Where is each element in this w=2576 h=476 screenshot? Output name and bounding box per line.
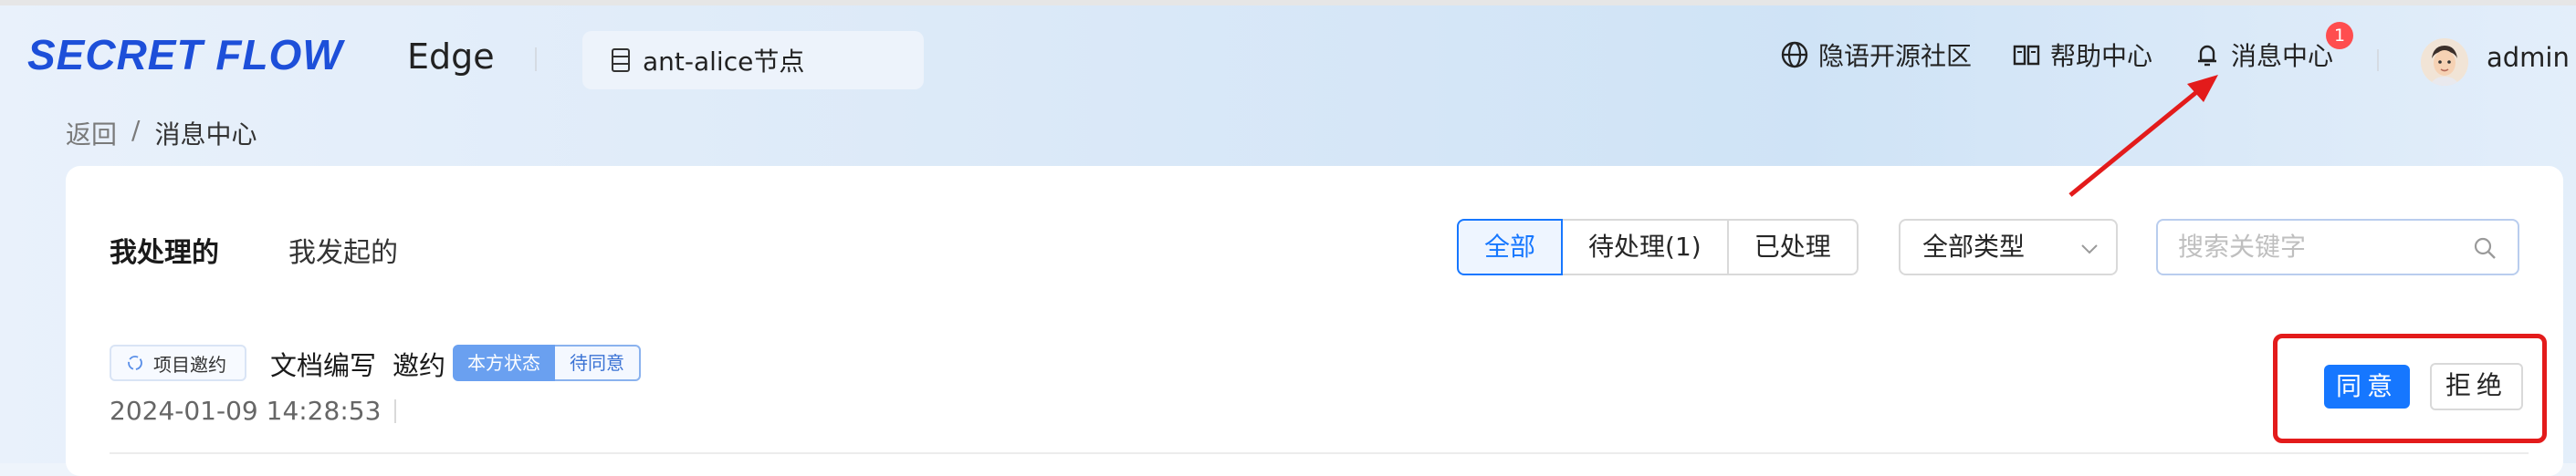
nav-messages[interactable]: 消息中心: [2193, 36, 2333, 73]
search-placeholder: 搜索关键字: [2178, 232, 2307, 262]
search-icon[interactable]: [2472, 235, 2497, 261]
status-badge: 本方状态 待同意: [453, 345, 641, 381]
window-top-edge: [0, 0, 2576, 5]
message-action: 邀约: [393, 350, 446, 381]
annotation-highlight-box: [2273, 334, 2547, 443]
globe-icon: [1781, 41, 1808, 68]
secretflow-logo[interactable]: SECRET FLOW: [27, 27, 356, 82]
type-select-value: 全部类型: [1922, 232, 2026, 262]
header-divider-right: [2377, 49, 2379, 71]
user-avatar[interactable]: [2421, 38, 2468, 86]
tab-handled-by-me[interactable]: 我处理的: [110, 230, 219, 270]
status-label: 本方状态: [453, 345, 555, 381]
timestamp-divider: [394, 399, 396, 423]
project-invite-icon: [128, 356, 142, 370]
breadcrumb-back[interactable]: 返回: [66, 115, 117, 151]
avatar-face-icon: [2421, 38, 2468, 86]
message-count-badge: 1: [2326, 22, 2353, 49]
node-selector[interactable]: ant-alice节点: [582, 31, 924, 89]
filter-pending[interactable]: 待处理(1): [1561, 219, 1729, 275]
username[interactable]: admin: [2487, 42, 2570, 73]
nav-messages-label: 消息中心: [2231, 41, 2334, 71]
nav-community-label: 隐语开源社区: [1818, 41, 1973, 71]
nav-help-label: 帮助中心: [2050, 41, 2153, 71]
brand-edge: Edge: [407, 36, 495, 77]
breadcrumb: 返回 / 消息中心: [66, 115, 257, 151]
message-timestamp: 2024-01-09 14:28:53: [110, 396, 382, 426]
nav-community[interactable]: 隐语开源社区: [1780, 36, 1972, 73]
status-value: 待同意: [555, 345, 641, 381]
bell-icon: [2198, 45, 2216, 67]
list-divider: [110, 452, 2529, 454]
filter-all[interactable]: 全部: [1457, 219, 1564, 275]
message-title[interactable]: 文档编写 邀约: [270, 345, 445, 383]
status-filter: 全部 待处理(1) 已处理: [1457, 219, 1859, 275]
message-center-card: [66, 166, 2563, 476]
book-icon: [2013, 45, 2040, 66]
node-label: ant-alice节点: [643, 47, 805, 77]
tab-initiated-by-me[interactable]: 我发起的: [288, 230, 398, 270]
search-input[interactable]: 搜索关键字: [2156, 219, 2519, 275]
chevron-down-icon: [2081, 244, 2098, 254]
message-type-tag: 项目邀约: [110, 345, 246, 381]
message-type-label: 项目邀约: [153, 353, 226, 376]
filter-processed[interactable]: 已处理: [1726, 219, 1859, 275]
breadcrumb-separator: /: [131, 115, 141, 145]
breadcrumb-current: 消息中心: [154, 119, 257, 150]
message-project-name: 文档编写: [270, 350, 377, 381]
nav-help[interactable]: 帮助中心: [2012, 36, 2152, 73]
type-select[interactable]: 全部类型: [1899, 219, 2118, 275]
server-icon: [612, 48, 630, 72]
header-divider: [535, 47, 537, 71]
